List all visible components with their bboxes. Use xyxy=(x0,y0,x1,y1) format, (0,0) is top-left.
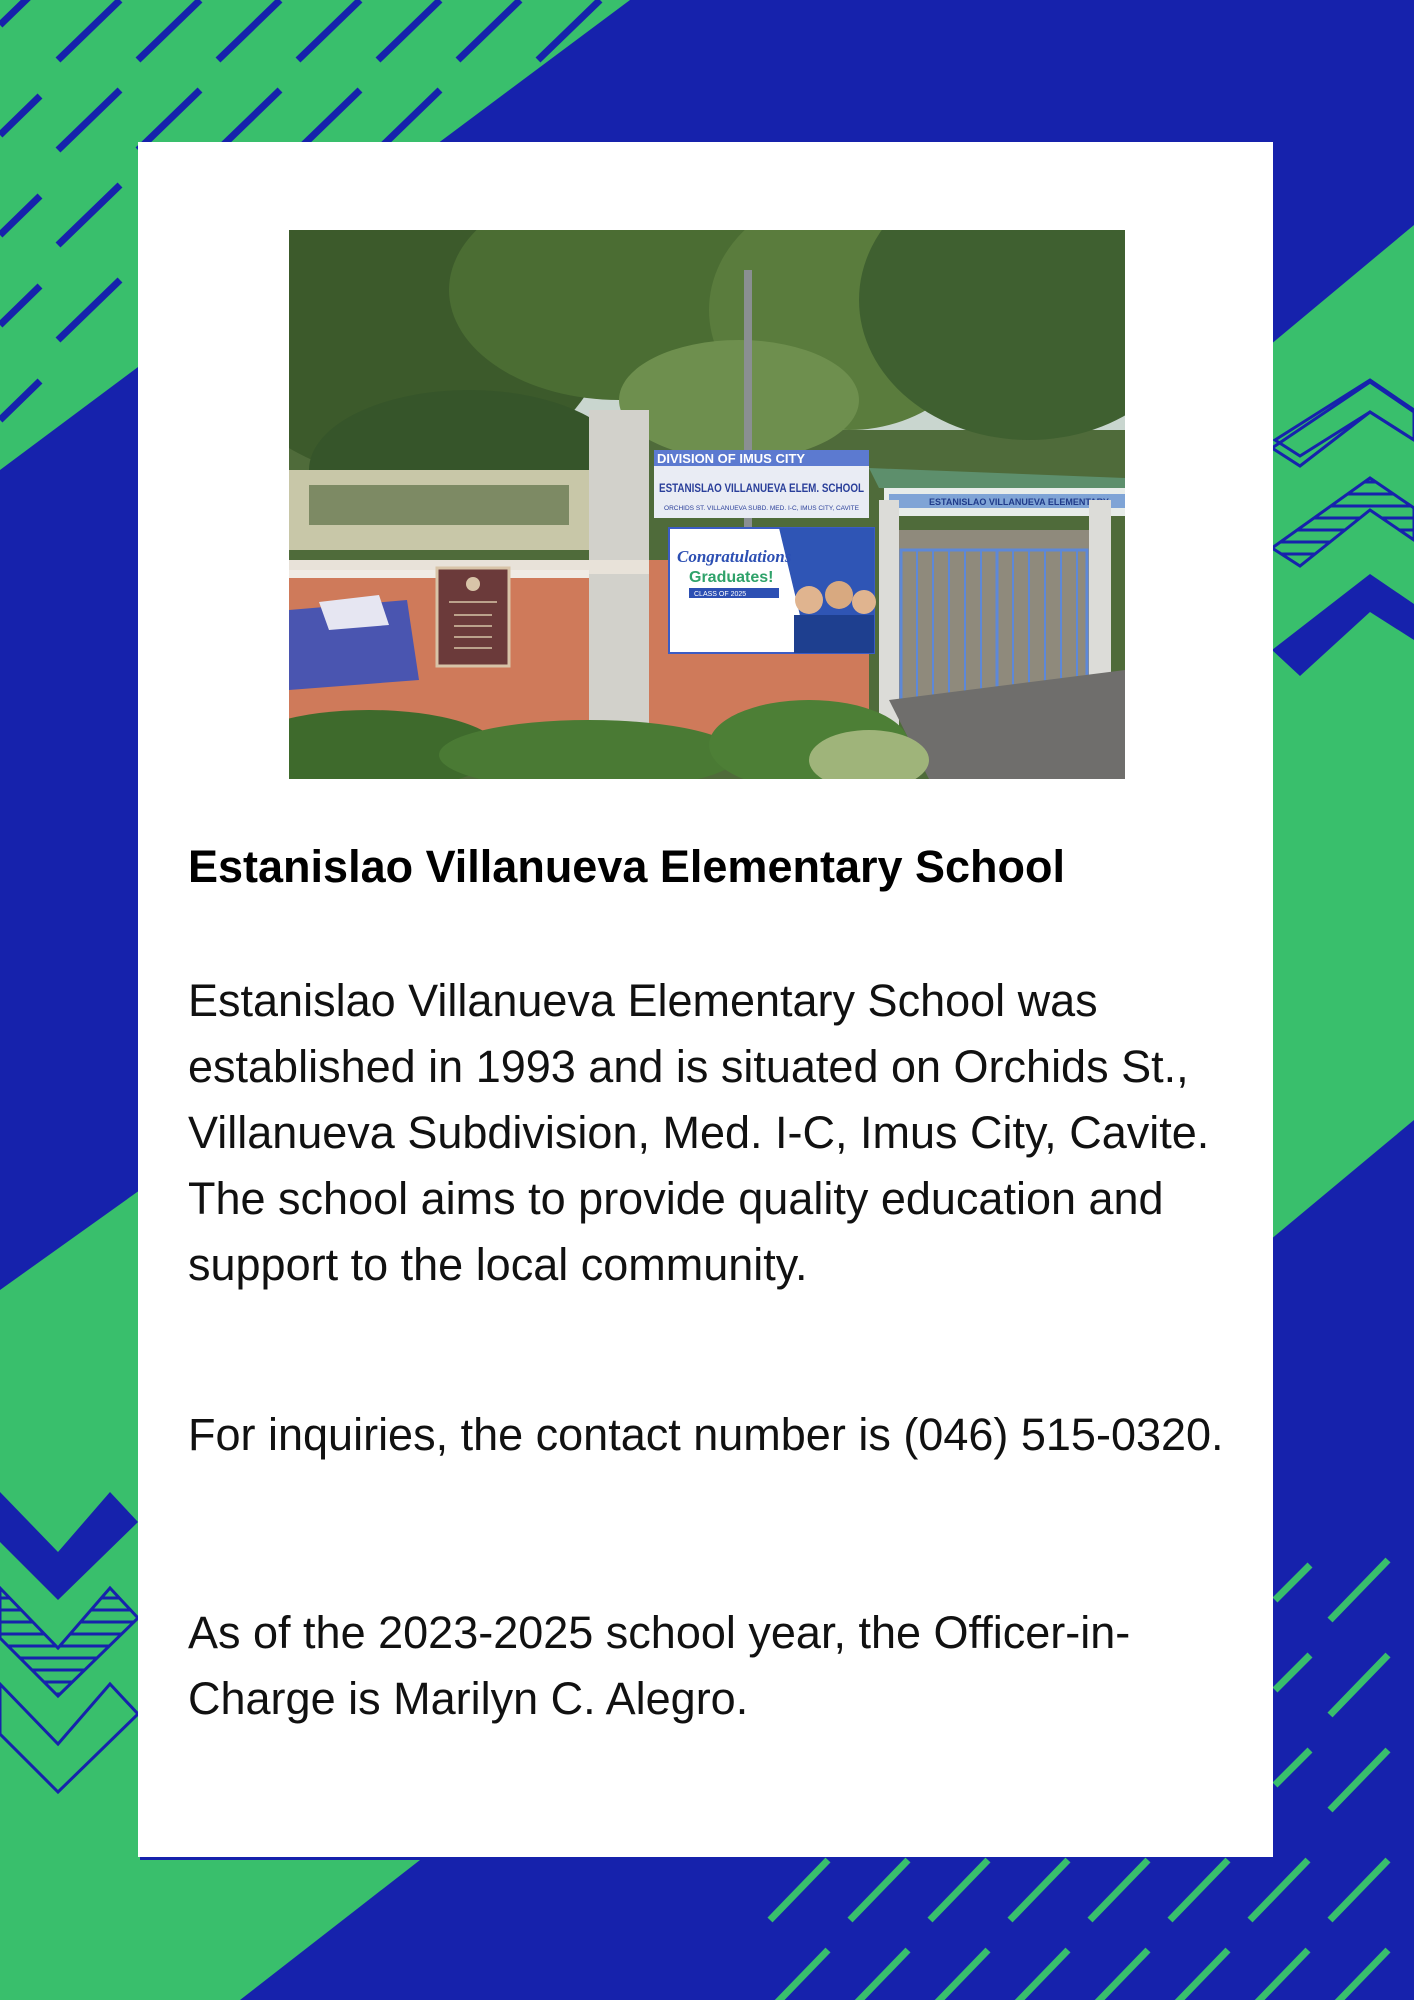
description-paragraph: Estanislao Villanueva Elementary School … xyxy=(188,968,1233,1298)
officer-text: As of the 2023-2025 school year, the Off… xyxy=(188,1607,1131,1724)
intro-text: Estanislao Villanueva Elementary School … xyxy=(188,975,1210,1158)
banner-graduates-text: Graduates! xyxy=(689,569,773,586)
page-title: Estanislao Villanueva Elementary School xyxy=(188,841,1066,892)
sign-address-text: ORCHIDS ST. VILLANUEVA SUBD. MED. I-C, I… xyxy=(664,506,859,512)
contact-text: For inquiries, the contact number is (04… xyxy=(188,1409,1224,1460)
banner-class-text: CLASS OF 2025 xyxy=(694,591,746,598)
banner-congrats-text: Congratulations xyxy=(677,547,792,566)
school-photo: DIVISION OF IMUS CITY ESTANISLAO VILLANU… xyxy=(289,230,1125,779)
right-green-band xyxy=(1270,225,1414,1240)
sign-division-text: DIVISION OF IMUS CITY xyxy=(657,451,805,466)
gate-sign-text: ESTANISLAO VILLANUEVA ELEMENTARY xyxy=(929,497,1109,507)
aim-text: The school aims to provide quality educa… xyxy=(188,1173,1164,1290)
info-card: DIVISION OF IMUS CITY ESTANISLAO VILLANU… xyxy=(138,142,1273,1857)
sign-school-text: ESTANISLAO VILLANUEVA ELEM. SCHOOL xyxy=(659,481,864,495)
